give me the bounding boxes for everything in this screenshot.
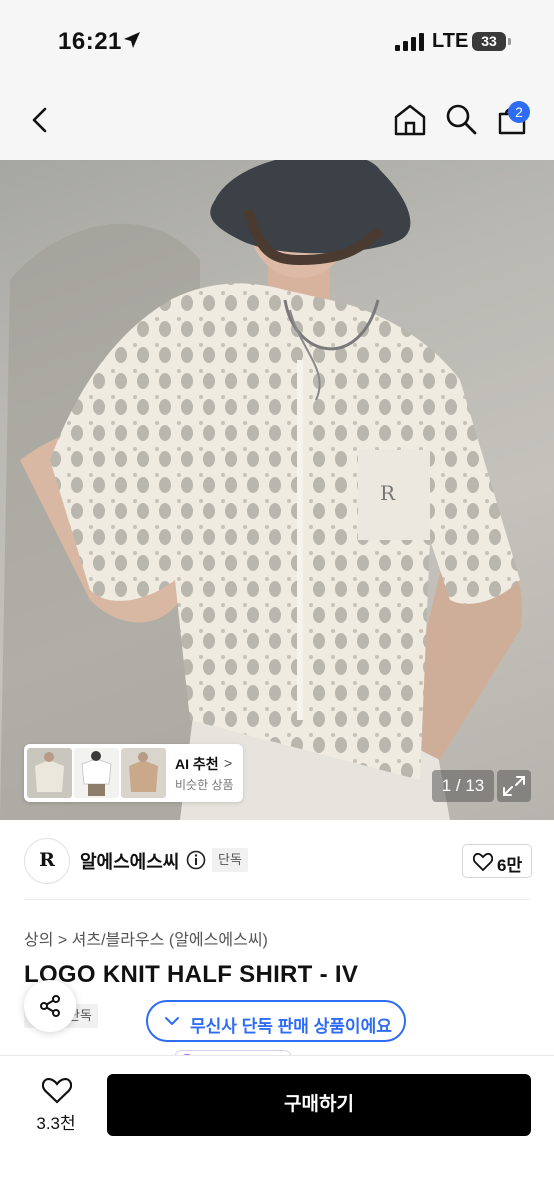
cart-count-badge: 2 (508, 101, 530, 123)
svg-text:R: R (380, 481, 396, 505)
search-icon[interactable] (444, 102, 478, 136)
buy-button[interactable]: 구매하기 (107, 1074, 531, 1136)
wishlist-count: 3.3천 (36, 1114, 76, 1133)
chevron-down-icon (165, 1017, 179, 1025)
heart-icon[interactable] (42, 1078, 72, 1104)
brand-logo-mark: R (39, 849, 55, 871)
expand-icon (503, 776, 525, 796)
expand-button[interactable] (497, 770, 531, 802)
image-counter: 1 / 13 (432, 770, 494, 802)
status-time: 16:21 (58, 28, 122, 55)
ai-recommendation-card[interactable]: AI 추천 > 비슷한 상품 (24, 744, 243, 802)
home-icon[interactable] (392, 102, 428, 138)
divider (24, 899, 530, 900)
exclusive-notice-text: 무신사 단독 판매 상품이에요 (190, 1017, 392, 1036)
location-arrow-icon (124, 32, 140, 48)
product-photo: R (0, 160, 522, 820)
heart-icon (473, 853, 493, 871)
info-icon[interactable] (186, 850, 206, 870)
brand-name[interactable]: 알에스에스씨 (80, 848, 179, 874)
brand-logo[interactable]: R (24, 838, 70, 884)
exclusive-notice-pill[interactable]: 무신사 단독 판매 상품이에요 (146, 1000, 406, 1042)
chevron-right-icon: > (224, 755, 233, 771)
product-title: LOGO KNIT HALF SHIRT - IV (24, 961, 359, 988)
status-bar: 16:21 LTE 33 (0, 0, 554, 80)
share-icon (40, 995, 60, 1017)
ai-recommend-title: AI 추천 (175, 756, 219, 772)
brand-like-count: 6만 (497, 856, 523, 875)
ai-recommend-subtitle: 비슷한 상품 (175, 778, 234, 792)
recommend-thumbnail[interactable] (74, 748, 119, 798)
recommend-thumbnail[interactable] (27, 748, 72, 798)
network-type: LTE (432, 30, 469, 52)
share-button[interactable] (24, 980, 76, 1032)
cell-signal-icon (395, 33, 424, 51)
back-arrow-icon[interactable] (26, 104, 54, 136)
brand-like-button[interactable]: 6만 (462, 844, 532, 878)
bottom-action-bar: 3.3천 구매하기 (0, 1055, 554, 1201)
product-image-gallery[interactable]: R AI 추천 > 비슷한 상품 1 / 13 (0, 160, 554, 820)
category-breadcrumb[interactable]: 상의 > 셔츠/블라우스 (알에스에스씨) (24, 926, 268, 950)
battery-tip (508, 38, 511, 45)
recommend-thumbnail[interactable] (121, 748, 166, 798)
battery-icon: 33 (472, 32, 506, 51)
exclusive-badge: 단독 (212, 848, 248, 872)
top-navigation: 2 (0, 80, 554, 276)
